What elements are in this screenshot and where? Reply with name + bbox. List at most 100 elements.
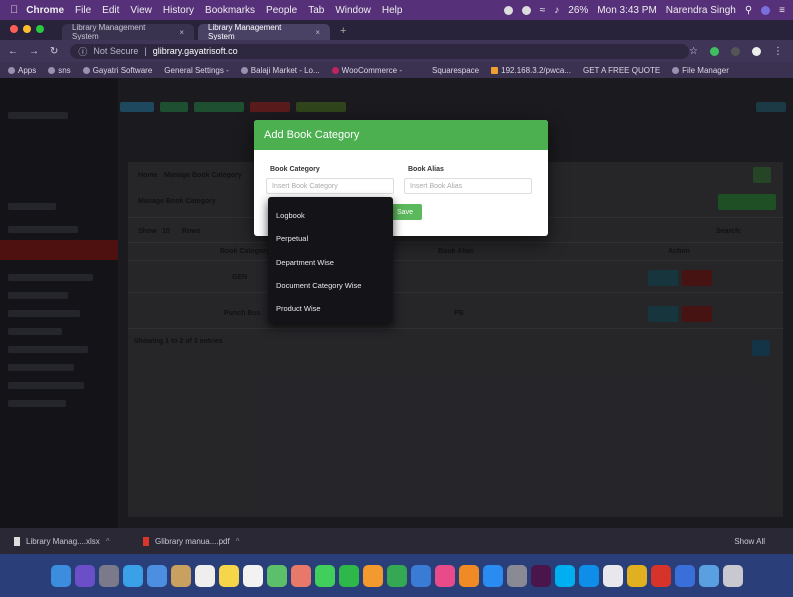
browser-tab[interactable]: Library Management System × (62, 23, 194, 41)
search-icon[interactable]: ⚲ (745, 5, 752, 16)
star-icon[interactable]: ☆ (689, 46, 698, 57)
back-icon[interactable]: ← (8, 46, 18, 57)
tab-strip: Library Management System × Library Mana… (0, 20, 793, 41)
macos-dock (0, 554, 793, 597)
mail-icon[interactable] (146, 564, 167, 587)
menu-file[interactable]: File (75, 5, 91, 16)
forward-icon[interactable]: → (29, 46, 39, 57)
apple-icon[interactable]:  (10, 4, 18, 16)
save-button[interactable]: Save (388, 204, 422, 220)
book-alias-input[interactable]: Insert Book Alias (404, 178, 532, 194)
menu-bookmarks[interactable]: Bookmarks (205, 5, 255, 16)
autocomplete-option[interactable]: Product Wise (276, 304, 321, 313)
bookmark-item[interactable]: 192.168.3.2/pwca... (491, 66, 571, 75)
tab-title: Library Management System (72, 23, 146, 41)
trash-icon[interactable] (722, 564, 743, 587)
autocomplete-option[interactable]: Logbook (276, 211, 305, 220)
extension-icon[interactable] (731, 46, 740, 56)
app-icon[interactable] (674, 564, 695, 587)
bookmark-item[interactable]: File Manager (672, 66, 729, 75)
menu-people[interactable]: People (266, 5, 297, 16)
siri-icon[interactable] (761, 5, 771, 15)
chrome-icon[interactable] (626, 564, 647, 587)
book-category-input[interactable]: Insert Book Category (266, 178, 394, 194)
app-icon[interactable] (602, 564, 623, 587)
menu-history[interactable]: History (163, 5, 194, 16)
keynote-icon[interactable] (410, 564, 431, 587)
bookmark-label: sns (58, 65, 71, 75)
bookmark-item[interactable]: Gayatri Software (82, 66, 152, 75)
safari-icon[interactable] (122, 564, 143, 587)
autocomplete-option[interactable]: Department Wise (276, 258, 334, 267)
siri-icon[interactable] (74, 564, 95, 587)
notes-icon[interactable] (218, 564, 239, 587)
menu-view[interactable]: View (130, 5, 152, 16)
contacts-icon[interactable] (170, 564, 191, 587)
chevron-up-icon[interactable]: ^ (106, 537, 110, 546)
zoom-window-button[interactable] (36, 25, 44, 33)
new-tab-icon[interactable]: + (340, 25, 346, 37)
bookmark-item[interactable]: sns (48, 65, 71, 75)
menu-help[interactable]: Help (382, 5, 403, 16)
autocomplete-option[interactable]: Perpetual (276, 234, 308, 243)
app-store-icon[interactable] (482, 564, 503, 587)
bookmark-item[interactable]: General Settings - (164, 66, 228, 75)
downloads-folder-icon[interactable] (698, 564, 719, 587)
macos-menu-bar:  Chrome File Edit View History Bookmark… (0, 0, 793, 20)
address-bar[interactable]: ⓘ Not Secure | glibrary.gayatrisoft.co (70, 43, 690, 59)
chevron-up-icon[interactable]: ^ (236, 537, 240, 546)
status-area: ≈ ♪ 26% Mon 3:43 PM Narendra Singh ⚲ ≡ (503, 5, 793, 16)
finder-icon[interactable] (50, 564, 71, 587)
bookmark-item[interactable]: GET A FREE QUOTE (583, 66, 660, 75)
reload-icon[interactable]: ↻ (50, 46, 58, 57)
battery-percent[interactable]: 26% (568, 5, 588, 16)
maps-icon[interactable] (266, 564, 287, 587)
download-item[interactable]: Library Manag....xlsx ^ (14, 536, 129, 546)
menu-window[interactable]: Window (335, 5, 371, 16)
teamviewer-icon[interactable] (578, 564, 599, 587)
kebab-menu-icon[interactable]: ⋮ (773, 46, 783, 57)
menu-edit[interactable]: Edit (102, 5, 119, 16)
download-item[interactable]: Glibrary manua....pdf ^ (143, 536, 258, 546)
menu-icon[interactable]: ≡ (779, 5, 785, 16)
bookmark-item[interactable]: Balaji Market - Lo... (240, 66, 320, 75)
menu-tab[interactable]: Tab (308, 5, 324, 16)
menu-app-name[interactable]: Chrome (26, 5, 64, 16)
autocomplete-option[interactable]: Document Category Wise (276, 281, 361, 290)
launchpad-icon[interactable] (98, 564, 119, 587)
calendar-icon[interactable] (194, 564, 215, 587)
itunes-icon[interactable] (434, 564, 455, 587)
browser-tab-active[interactable]: Library Management System × (198, 23, 330, 41)
close-tab-icon[interactable]: × (179, 28, 184, 37)
app-icon[interactable] (650, 564, 671, 587)
reminders-icon[interactable] (242, 564, 263, 587)
close-tab-icon[interactable]: × (315, 28, 320, 37)
pages-icon[interactable] (362, 564, 383, 587)
facetime-icon[interactable] (338, 564, 359, 587)
volume-icon[interactable]: ♪ (554, 5, 559, 16)
status-icon[interactable] (521, 5, 531, 15)
bookmark-item[interactable]: WooCommerce - (331, 66, 402, 75)
bookmark-label: Squarespace (431, 65, 480, 75)
slack-icon[interactable] (530, 564, 551, 587)
user-name[interactable]: Narendra Singh (666, 5, 736, 16)
minimize-window-button[interactable] (23, 25, 31, 33)
show-all-link[interactable]: Show All (734, 537, 765, 546)
info-icon[interactable]: ⓘ (78, 45, 87, 58)
close-window-button[interactable] (10, 25, 18, 33)
autocomplete-dropdown: Logbook Perpetual Department Wise Docume… (268, 197, 393, 323)
bookmark-item[interactable]: Squarespace (432, 66, 479, 75)
clock[interactable]: Mon 3:43 PM (597, 5, 656, 16)
photos-icon[interactable] (290, 564, 311, 587)
bookmark-apps[interactable]: Apps (8, 66, 36, 75)
profile-icon[interactable] (752, 46, 761, 56)
system-preferences-icon[interactable] (506, 564, 527, 587)
wifi-icon[interactable]: ≈ (540, 5, 546, 16)
extension-icon[interactable] (710, 46, 719, 56)
skype-icon[interactable] (554, 564, 575, 587)
ibooks-icon[interactable] (458, 564, 479, 587)
bookmark-label: 192.168.3.2/pwca... (501, 65, 571, 75)
numbers-icon[interactable] (386, 564, 407, 587)
messages-icon[interactable] (314, 564, 335, 587)
status-icon[interactable] (503, 5, 513, 15)
